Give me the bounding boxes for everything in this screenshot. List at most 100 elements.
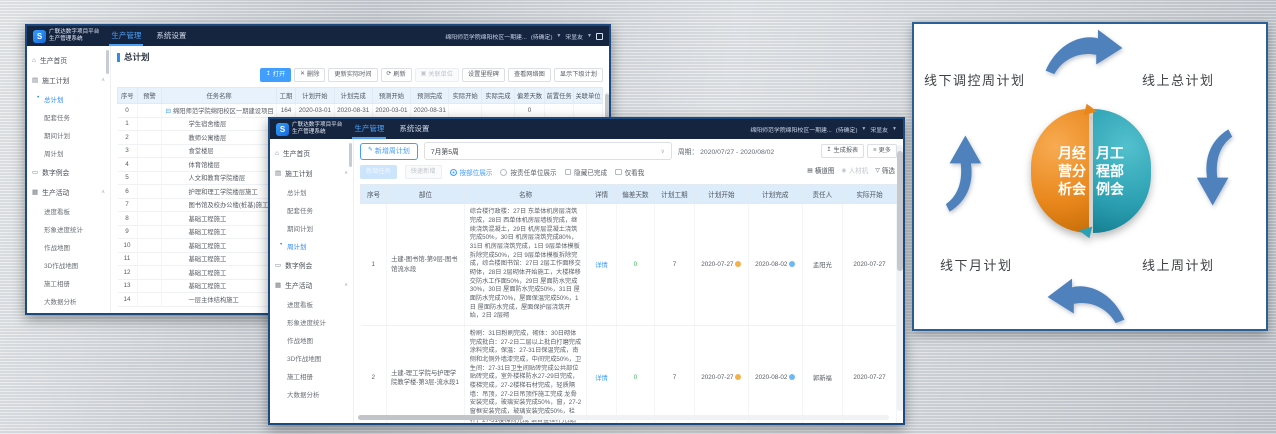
sidebar-item-配套任务[interactable]: 配套任务 — [27, 108, 110, 126]
table-row[interactable]: 1土建-图书馆-第9层-图书馆流水段综合楼行政楼：27日 东单体机房层浇筑完成，… — [361, 204, 897, 326]
sidebar-item-周计划[interactable]: 周计划 — [27, 144, 110, 162]
sidebar-item-形象进度统计[interactable]: 形象进度统计 — [270, 313, 353, 331]
app-title: 广联达数字项目平台 生产管理系统 — [292, 122, 342, 136]
column-header: 详情 — [587, 185, 616, 204]
delete-button[interactable]: ✕删除 — [294, 68, 325, 82]
update-actual-time-button[interactable]: 更新实际时间 — [328, 68, 377, 82]
sidebar-item-作战地图[interactable]: 作战地图 — [270, 331, 353, 349]
vertical-scrollbar[interactable] — [897, 145, 903, 411]
delete-icon: ✕ — [300, 72, 305, 78]
view-network-chart-button[interactable]: 查看网络图 — [508, 68, 551, 82]
task-name: 护理和理工学院楼层施工 — [188, 189, 257, 196]
app-header: S 广联达数字项目平台 生产管理系统 生产管理 系统设置 绵阳师范学院绵阳校区一… — [27, 26, 609, 46]
horizontal-scrollbar[interactable] — [358, 415, 889, 420]
column-header: 关联单位 — [574, 88, 603, 104]
gantt-view-button[interactable]: ▤横道图 — [805, 167, 836, 178]
checkbox-only-me[interactable]: 仅看我 — [615, 167, 644, 177]
tab-system-settings[interactable]: 系统设置 — [154, 26, 188, 46]
task-name: 人文和教育学院楼层 — [188, 175, 245, 182]
show-sub-plan-button[interactable]: 显示下级计划 — [554, 68, 603, 82]
detail-link[interactable]: 详情 — [595, 262, 608, 269]
more-button[interactable]: ≡更多 — [867, 144, 897, 158]
quick-add-button[interactable]: 快速新增 — [405, 165, 442, 179]
new-week-plan-button[interactable]: ✎ 新增周计划 — [360, 143, 418, 160]
sidebar-item-大数据分析[interactable]: 大数据分析 — [270, 385, 353, 403]
sidebar-item-总计划[interactable]: 总计划 — [27, 90, 110, 108]
checkbox-hide-completed[interactable]: 隐藏已完成 — [565, 167, 607, 177]
radio-icon — [500, 169, 507, 176]
sidebar-item-大数据分析[interactable]: 大数据分析 — [27, 292, 110, 310]
chevron-down-icon[interactable]: ▼ — [861, 126, 866, 132]
chevron-down-icon[interactable]: ▼ — [556, 33, 561, 39]
sidebar-section-0[interactable]: ⌂生产首页 — [270, 143, 353, 163]
sidebar-item-配套任务[interactable]: 配套任务 — [270, 201, 353, 219]
digital-meeting-icon: ▭ — [32, 168, 38, 176]
sidebar-section-1[interactable]: ▤施工计划∧ — [27, 70, 110, 90]
open-button[interactable]: ↥打开 — [260, 68, 291, 82]
list-icon: ≡ — [873, 148, 876, 154]
production-activity-icon: ▦ — [275, 281, 281, 289]
sidebar: ⌂生产首页▤施工计划∧总计划配套任务期间计划周计划▭数字例会▦生产活动∧进度看板… — [270, 139, 354, 423]
toolbar: ↥打开✕删除更新实际时间 ⟳刷新▣关联单位设置里程碑查看网络图显示下级计划 — [117, 68, 603, 82]
refresh-button[interactable]: ⟳刷新 — [381, 68, 412, 82]
sidebar-section-3[interactable]: ▦生产活动∧ — [27, 182, 110, 202]
column-header: 部位 — [387, 185, 465, 204]
column-header: 计划完成 — [334, 88, 372, 104]
detail-link[interactable]: 详情 — [595, 375, 608, 382]
task-name: 图书馆及校办公楼(桩基)施工 — [188, 202, 268, 209]
sidebar-item-期间计划[interactable]: 期间计划 — [27, 126, 110, 144]
sidebar-item-3D作战地图[interactable]: 3D作战地图 — [27, 256, 110, 274]
tab-production-management[interactable]: 生产管理 — [109, 26, 143, 46]
tab-production-management[interactable]: 生产管理 — [352, 119, 386, 139]
radio-by-location[interactable]: 按部位展示 — [450, 167, 493, 177]
sidebar-item-进度看板[interactable]: 进度看板 — [270, 295, 353, 313]
generate-report-button[interactable]: ↥生成报表 — [821, 144, 865, 158]
sidebar-item-期间计划[interactable]: 期间计划 — [270, 219, 353, 237]
column-header: 计划开始 — [296, 88, 334, 104]
user-menu[interactable]: 宋显友 — [565, 32, 583, 41]
chevron-down-icon[interactable]: ▼ — [587, 33, 592, 39]
sidebar-item-作战地图[interactable]: 作战地图 — [27, 238, 110, 256]
monthly-engineering-meeting-half: 月工程部例会 — [1093, 109, 1151, 233]
sidebar-section-1[interactable]: ▤施工计划∧ — [270, 163, 353, 183]
table-row[interactable]: 2土建-理工学院与护理学院教学楼-第3层-流水段1粉刷：31日粉刷完成，砌体：3… — [361, 325, 897, 423]
tab-system-settings[interactable]: 系统设置 — [397, 119, 431, 139]
sidebar-section-3[interactable]: ▦生产活动∧ — [270, 275, 353, 295]
sidebar-scrollbar[interactable] — [349, 143, 352, 167]
sidebar-item-形象进度统计[interactable]: 形象进度统计 — [27, 220, 110, 238]
sidebar-item-施工相册[interactable]: 施工相册 — [270, 367, 353, 385]
filter-button[interactable]: ▽筛选 — [873, 167, 897, 178]
main-content: ✎ 新增周计划 7月第5周 ∨ 周期： 2020/07/27 - 2020/08… — [354, 139, 903, 423]
project-selector[interactable]: 绵阳师范学院绵阳校区一期建... — [750, 125, 832, 134]
app-logo: S 广联达数字项目平台 生产管理系统 — [276, 122, 342, 136]
sidebar-item-周计划[interactable]: 周计划 — [270, 237, 353, 255]
sidebar-section-2[interactable]: ▭数字例会 — [27, 162, 110, 182]
report-toolbar: ↥生成报表≡更多 — [821, 144, 897, 158]
refresh-icon: ⟳ — [387, 72, 392, 78]
project-selector[interactable]: 绵阳师范学院绵阳校区一期建... — [445, 32, 527, 41]
sidebar-section-0[interactable]: ⌂生产首页 — [27, 50, 110, 70]
radio-by-unit[interactable]: 按责任单位展示 — [500, 167, 556, 177]
sidebar-item-进度看板[interactable]: 进度看板 — [27, 202, 110, 220]
sidebar-item-3D作战地图[interactable]: 3D作战地图 — [270, 349, 353, 367]
week-select[interactable]: 7月第5周 ∨ — [424, 142, 672, 160]
scrollbar-thumb[interactable] — [358, 415, 523, 420]
table-row[interactable]: 0⊟绵阳师范学院绵阳校区一期建设项目1642020-03-012020-08-3… — [118, 104, 603, 118]
chevron-down-icon[interactable]: ▼ — [892, 126, 897, 132]
finish-status-icon — [789, 374, 795, 380]
expand-icon[interactable]: ⊟ — [165, 108, 170, 115]
desktop-background: S 广联达数字项目平台 生产管理系统 生产管理 系统设置 绵阳师范学院绵阳校区一… — [0, 0, 1276, 434]
sidebar-item-施工相册[interactable]: 施工相册 — [27, 274, 110, 292]
scrollbar-thumb[interactable] — [897, 151, 903, 271]
sidebar-scrollbar[interactable] — [106, 50, 109, 74]
set-milestone-button[interactable]: 设置里程碑 — [462, 68, 505, 82]
user-menu[interactable]: 宋显友 — [870, 125, 888, 134]
related-unit-button[interactable]: ▣关联单位 — [415, 68, 459, 82]
monthly-operation-analysis-half: 月经营分析会 — [1031, 109, 1089, 233]
fullscreen-icon[interactable] — [596, 33, 603, 40]
resources-button[interactable]: ◉人材机 — [840, 167, 871, 178]
sidebar-section-label: 施工计划 — [42, 75, 69, 85]
new-task-button[interactable]: 新增任务 — [360, 165, 397, 179]
sidebar-section-2[interactable]: ▭数字例会 — [270, 255, 353, 275]
sidebar-item-总计划[interactable]: 总计划 — [270, 183, 353, 201]
